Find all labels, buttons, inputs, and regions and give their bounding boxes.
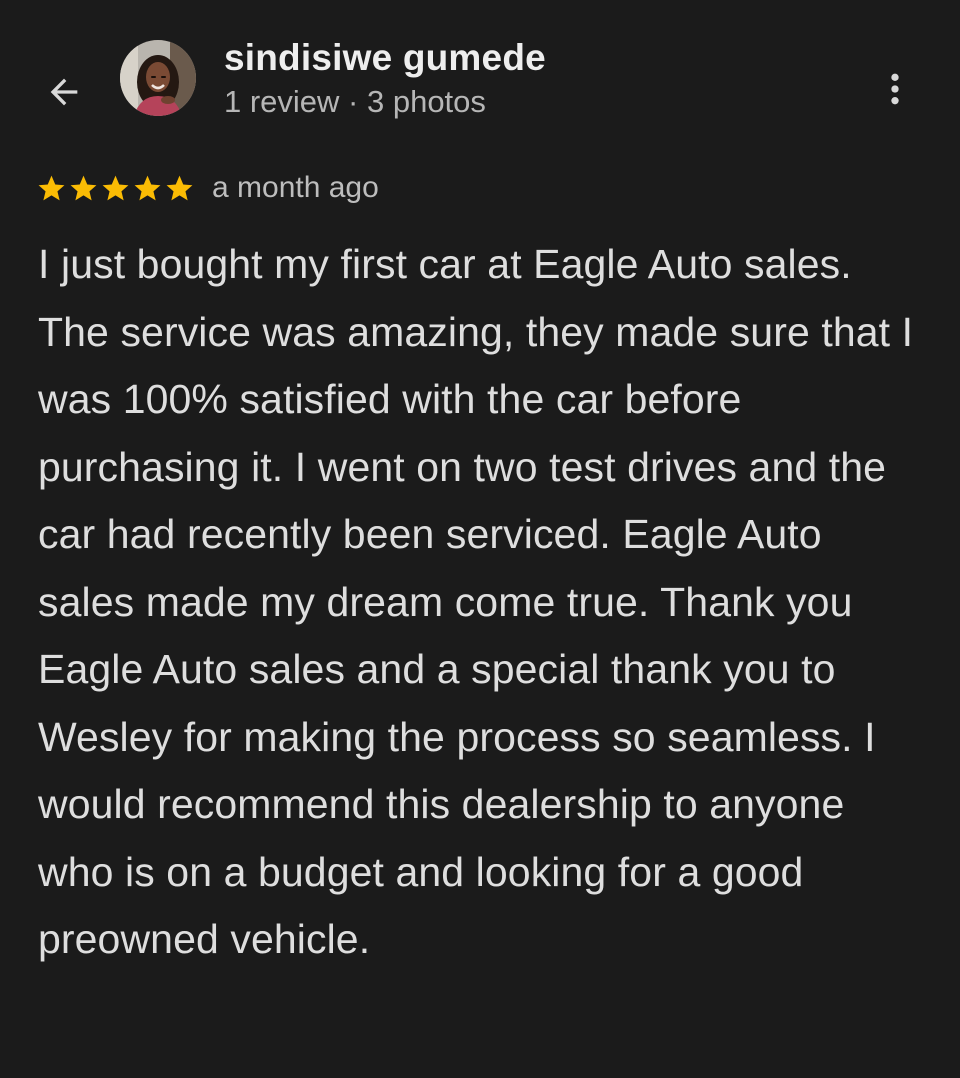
back-button[interactable] — [36, 66, 92, 118]
star-icon — [134, 175, 161, 200]
star-rating — [36, 173, 195, 204]
review-text: I just bought my first car at Eagle Auto… — [38, 241, 914, 962]
review-date: a month ago — [212, 171, 379, 204]
arrow-back-icon — [50, 78, 78, 106]
star-icon — [38, 175, 65, 200]
more-vertical-icon — [891, 73, 899, 105]
star-icon — [166, 175, 193, 200]
star-icon — [102, 175, 129, 200]
more-options-button[interactable] — [868, 62, 922, 116]
review-header: sindisiwe gumede 1 review · 3 photos — [0, 0, 960, 150]
reviewer-meta: 1 review · 3 photos — [224, 84, 486, 119]
avatar[interactable] — [120, 40, 196, 116]
rating-row: a month ago — [36, 166, 379, 210]
star-icon — [70, 175, 97, 200]
avatar-photo — [120, 40, 196, 116]
reviewer-name[interactable]: sindisiwe gumede — [224, 36, 546, 80]
